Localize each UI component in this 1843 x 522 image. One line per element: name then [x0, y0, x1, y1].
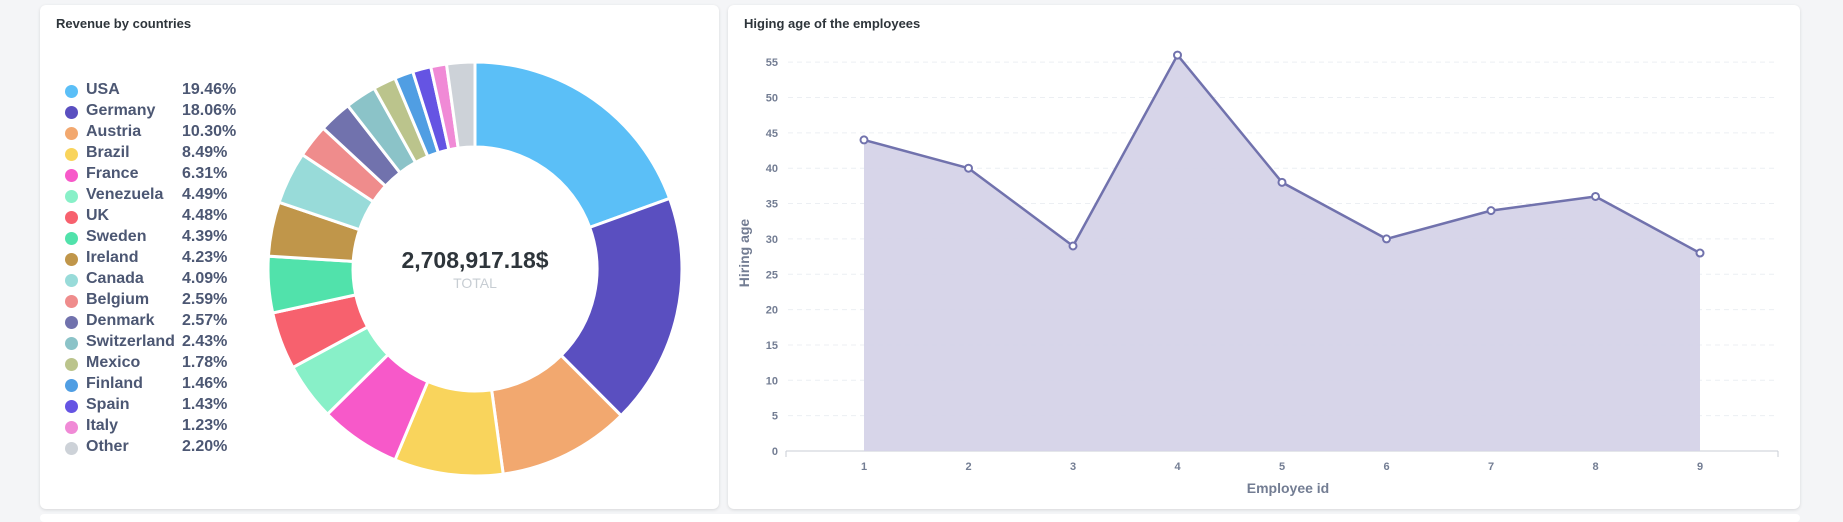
data-point[interactable] — [964, 163, 973, 173]
y-tick-label: 35 — [766, 199, 778, 211]
data-point[interactable] — [1486, 206, 1496, 216]
next-card-edge — [40, 514, 1800, 522]
x-tick-label: 6 — [1383, 461, 1389, 473]
data-point[interactable] — [1173, 50, 1182, 60]
donut-total-label: TOTAL — [453, 275, 497, 291]
x-axis-label: Employee id — [1247, 480, 1329, 496]
hiring-age-card: Higing age of the employees 0 5 10 15 20 25 30… — [728, 5, 1800, 509]
data-point[interactable] — [1382, 234, 1391, 244]
revenue-card: Revenue by countries USA 19.46% Germany 18.… — [40, 5, 719, 509]
y-tick-label: 10 — [766, 375, 778, 387]
donut-total-value: 2,708,917.18$ — [401, 247, 548, 273]
x-tick-label: 2 — [965, 461, 971, 473]
area-fill — [864, 55, 1700, 451]
data-point[interactable] — [1068, 241, 1078, 251]
x-tick-label: 3 — [1070, 461, 1076, 473]
y-axis-label: Hiring age — [736, 219, 752, 288]
y-tick-label: 50 — [766, 93, 778, 105]
y-tick-label: 5 — [772, 411, 778, 423]
x-tick-label: 5 — [1279, 461, 1285, 473]
x-tick-label: 1 — [861, 461, 867, 473]
y-tick-label: 55 — [766, 57, 778, 69]
data-point[interactable] — [1591, 191, 1600, 201]
x-tick-label: 4 — [1174, 461, 1181, 473]
y-tick-label: 45 — [766, 128, 778, 140]
y-tick-label: 25 — [766, 269, 778, 281]
y-tick-label: 0 — [772, 446, 778, 458]
y-tick-label: 15 — [766, 340, 778, 352]
data-point[interactable] — [1695, 248, 1705, 258]
donut-slice[interactable] — [473, 60, 672, 230]
y-tick-label: 30 — [766, 234, 778, 246]
y-tick-label: 20 — [766, 305, 778, 317]
x-tick-label: 7 — [1488, 461, 1494, 473]
y-tick-label: 40 — [766, 163, 778, 175]
x-tick-label: 8 — [1592, 461, 1598, 473]
data-point[interactable] — [1277, 177, 1287, 187]
data-point[interactable] — [859, 135, 869, 145]
hiring-age-area-chart: 0510152025303540455055 123456789 Employe… — [736, 50, 1779, 496]
x-tick-label: 9 — [1697, 461, 1703, 473]
revenue-donut-chart: 2,708,917.18$ TOTAL — [266, 60, 684, 478]
